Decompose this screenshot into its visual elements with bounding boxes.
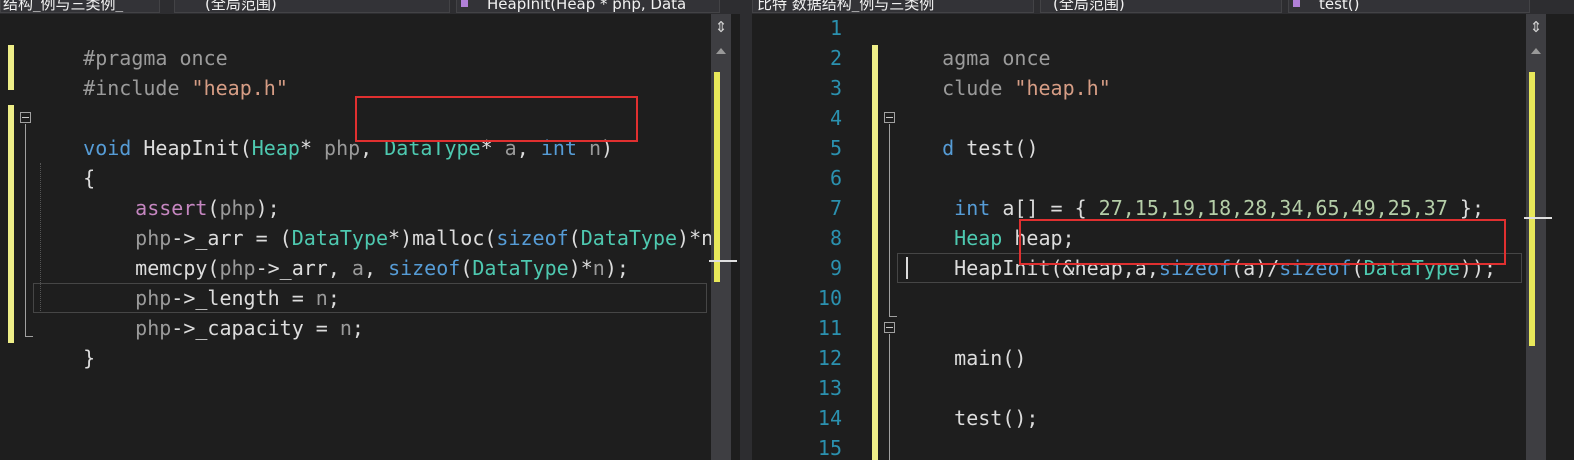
line-number: 4 bbox=[829, 106, 842, 130]
left-vertical-scrollbar[interactable]: ⇕ bbox=[709, 14, 737, 460]
caret-position-marker bbox=[1524, 217, 1552, 219]
code-member-icon bbox=[461, 0, 468, 7]
code-line[interactable]: { bbox=[35, 133, 95, 190]
split-editor-icon[interactable]: ⇕ bbox=[1526, 16, 1546, 38]
line-number: 1 bbox=[829, 16, 842, 40]
collapse-icon[interactable] bbox=[20, 112, 31, 123]
line-number: 9 bbox=[829, 256, 842, 280]
scroll-up-icon[interactable] bbox=[1531, 48, 1541, 54]
code-line[interactable]: clude "heap.h" bbox=[894, 43, 1111, 100]
line-number: 14 bbox=[817, 406, 842, 430]
code-line[interactable]: agma once bbox=[894, 13, 1050, 70]
code-line[interactable]: #pragma once bbox=[35, 13, 228, 70]
line-number: 7 bbox=[829, 196, 842, 220]
right-scope-dropdown-label: (全局范围) bbox=[1053, 0, 1125, 13]
line-number: 15 bbox=[817, 436, 842, 460]
right-scope-dropdown[interactable]: (全局范围) bbox=[1040, 0, 1282, 13]
highlight-box-call bbox=[1019, 219, 1506, 265]
right-member-dropdown-label: test() bbox=[1319, 0, 1360, 13]
line-number: 5 bbox=[829, 136, 842, 160]
right-file-dropdown-label: 比特 数据结构_例与三类例 bbox=[757, 0, 935, 13]
right-file-dropdown[interactable]: 比特 数据结构_例与三类例 bbox=[752, 0, 1034, 13]
code-line[interactable]: test(); bbox=[906, 373, 1038, 430]
line-number: 3 bbox=[829, 76, 842, 100]
right-vertical-scrollbar[interactable]: ⇕ bbox=[1524, 14, 1552, 460]
code-line[interactable]: #include "heap.h" bbox=[35, 43, 288, 100]
code-member-icon bbox=[1293, 0, 1300, 7]
code-line[interactable]: php->_length = n; bbox=[87, 253, 340, 310]
left-member-dropdown[interactable]: HeapInit(Heap * php, Data bbox=[456, 0, 720, 13]
left-navigation-bar: 结构_例与三类例_ (全局范围) HeapInit(Heap * php, Da… bbox=[0, 0, 740, 14]
scroll-up-icon[interactable] bbox=[716, 48, 726, 54]
line-number: 6 bbox=[829, 166, 842, 190]
change-indicator bbox=[8, 45, 14, 90]
split-editor-icon[interactable]: ⇕ bbox=[711, 16, 731, 38]
code-line[interactable]: } bbox=[35, 313, 95, 370]
code-line[interactable]: assert(php); bbox=[87, 163, 280, 220]
outline-guide bbox=[25, 124, 26, 336]
left-scope-dropdown-label: (全局范围) bbox=[205, 0, 277, 13]
right-navigation-bar: 比特 数据结构_例与三类例 (全局范围) test() bbox=[752, 0, 1574, 14]
collapse-icon[interactable] bbox=[884, 322, 895, 333]
scroll-thumb[interactable] bbox=[1529, 72, 1535, 346]
line-number: 8 bbox=[829, 226, 842, 250]
code-line[interactable]: main() bbox=[906, 313, 1026, 370]
code-line[interactable]: int a[] = { 27,15,19,18,28,34,65,49,25,3… bbox=[906, 163, 1484, 220]
left-member-dropdown-label: HeapInit(Heap * php, Data bbox=[487, 0, 687, 13]
left-file-dropdown[interactable]: 结构_例与三类例_ bbox=[0, 0, 160, 13]
outline-guide-end bbox=[889, 316, 897, 317]
right-editor-pane[interactable]: 比特 数据结构_例与三类例 (全局范围) test() 1 2 3 4 5 6 7 8 9 10 1… bbox=[752, 0, 1574, 460]
change-indicator bbox=[8, 105, 14, 343]
highlight-box-signature bbox=[355, 96, 638, 142]
line-number: 2 bbox=[829, 46, 842, 70]
left-editor-pane[interactable]: 结构_例与三类例_ (全局范围) HeapInit(Heap * php, Da… bbox=[0, 0, 740, 460]
change-indicator bbox=[872, 45, 878, 460]
code-line[interactable]: php->_arr = (DataType*)malloc(sizeof(Dat… bbox=[87, 193, 713, 250]
line-number: 12 bbox=[817, 346, 842, 370]
left-scope-dropdown[interactable]: (全局范围) bbox=[174, 0, 450, 13]
outline-guide bbox=[889, 334, 890, 460]
outline-guide-end bbox=[25, 336, 33, 337]
pane-splitter[interactable] bbox=[740, 0, 752, 460]
code-line[interactable]: memcpy(php->_arr, a, sizeof(DataType)*n)… bbox=[87, 223, 629, 280]
line-number: 10 bbox=[817, 286, 842, 310]
code-line[interactable]: php->_capacity = n; bbox=[87, 283, 364, 340]
left-file-dropdown-label: 结构_例与三类例_ bbox=[3, 0, 124, 13]
caret-position-marker bbox=[709, 260, 737, 262]
line-number: 13 bbox=[817, 376, 842, 400]
code-line[interactable]: d test() bbox=[894, 103, 1038, 160]
outline-guide bbox=[889, 124, 890, 316]
line-number: 11 bbox=[817, 316, 842, 340]
right-member-dropdown[interactable]: test() bbox=[1288, 0, 1530, 13]
scroll-thumb[interactable] bbox=[714, 72, 720, 282]
